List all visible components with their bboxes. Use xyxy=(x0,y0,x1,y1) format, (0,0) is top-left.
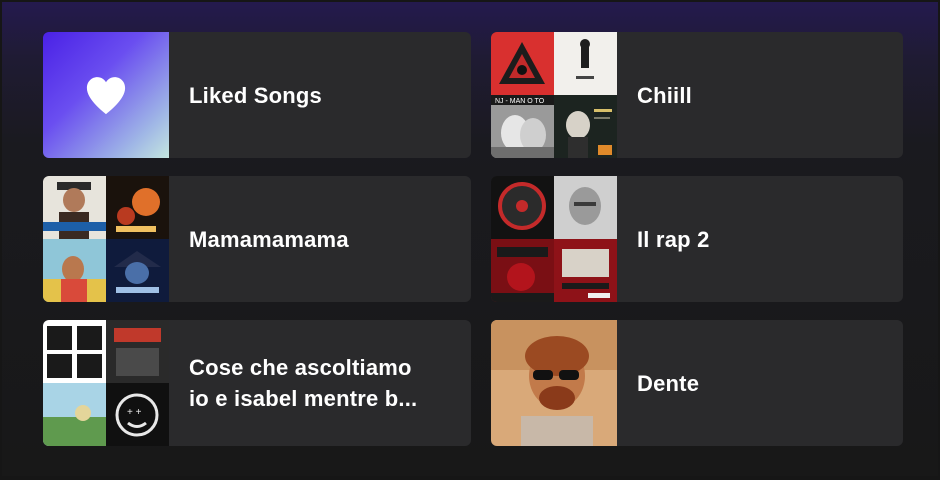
mamamamama-cover-mosaic xyxy=(43,176,169,302)
shortcut-title: Liked Songs xyxy=(189,82,322,108)
il-rap-2-cover-mosaic xyxy=(491,176,617,302)
album-art xyxy=(43,176,106,239)
shortcut-liked-songs[interactable]: Liked Songs xyxy=(43,32,471,158)
chiill-cover-mosaic: NJ - MAN O TO xyxy=(491,32,617,158)
cose-che-ascoltiamo-cover-mosaic: + + xyxy=(43,320,169,446)
liked-songs-cover xyxy=(43,32,169,158)
album-art xyxy=(554,176,617,239)
shortcut-chiill[interactable]: NJ - MAN O TO Chiill xyxy=(491,32,903,158)
album-art xyxy=(106,176,169,239)
shortcut-title: Dente xyxy=(637,370,700,396)
album-art xyxy=(491,32,554,95)
shortcut-title: Mamamamama xyxy=(189,226,349,252)
album-art xyxy=(106,239,169,302)
album-art xyxy=(554,239,617,302)
shortcut-title: Chiill xyxy=(637,82,692,108)
dente-cover xyxy=(491,320,617,446)
album-art xyxy=(554,95,617,158)
shortcut-title: Cose che ascoltiamo io e isabel mentre b… xyxy=(189,355,418,411)
album-art xyxy=(43,239,106,302)
shortcut-cose-che-ascoltiamo[interactable]: + + Cose che ascoltiamo io e isabel ment… xyxy=(43,320,471,446)
svg-text:+ +: + + xyxy=(127,407,142,418)
album-art xyxy=(106,320,169,383)
svg-text:NJ - MAN O TO: NJ - MAN O TO xyxy=(495,98,545,105)
album-art xyxy=(43,320,106,383)
album-art xyxy=(491,239,554,302)
shortcut-grid: Liked Songs NJ - MAN O TO Chiill Mamamam… xyxy=(43,32,903,446)
home-shortcuts-panel: Liked Songs NJ - MAN O TO Chiill Mamamam… xyxy=(2,2,938,476)
album-art xyxy=(491,176,554,239)
album-art xyxy=(43,383,106,446)
album-art: NJ - MAN O TO xyxy=(491,95,554,158)
shortcut-title: Il rap 2 xyxy=(637,226,710,252)
album-art: + + xyxy=(106,383,169,446)
shortcut-il-rap-2[interactable]: Il rap 2 xyxy=(491,176,903,302)
shortcut-mamamamama[interactable]: Mamamamama xyxy=(43,176,471,302)
shortcut-dente[interactable]: Dente xyxy=(491,320,903,446)
heart-icon xyxy=(86,77,126,115)
album-art xyxy=(554,32,617,95)
